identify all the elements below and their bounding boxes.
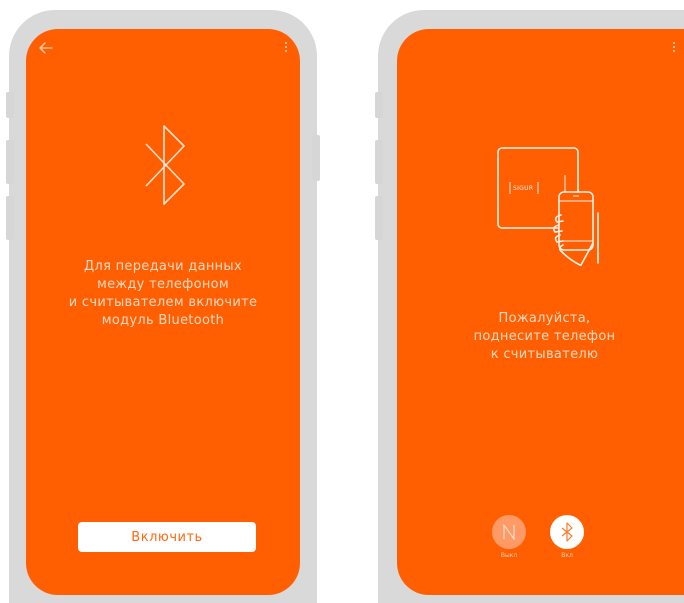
- overflow-menu-icon[interactable]: [672, 42, 676, 56]
- nfc-icon: [503, 524, 515, 540]
- bluetooth-screen: Для передачи данных между телефоном и сч…: [26, 29, 300, 595]
- side-button: [375, 92, 383, 118]
- bluetooth-toggle-label: Вкл: [561, 552, 573, 559]
- phone-frame-right: SIGUR Пожалуйста, поднесите телефон к сч…: [375, 10, 684, 603]
- bluetooth-toggle[interactable]: [550, 515, 584, 549]
- reader-screen: SIGUR Пожалуйста, поднесите телефон к сч…: [397, 29, 684, 595]
- power-button: [312, 135, 320, 181]
- overflow-menu-icon[interactable]: [284, 42, 288, 56]
- reader-device-icon: [497, 147, 599, 266]
- phone-frame-left: Для передачи данных между телефоном и сч…: [6, 10, 320, 603]
- nfc-toggle-label: Выкл: [500, 552, 518, 559]
- reader-logo: SIGUR: [513, 185, 534, 192]
- reader-message: Пожалуйста, поднесите телефон к считыват…: [473, 311, 616, 362]
- bluetooth-icon: [561, 522, 573, 542]
- side-button: [6, 92, 14, 118]
- back-arrow-icon[interactable]: [39, 41, 53, 55]
- volume-up-button: [375, 140, 383, 184]
- volume-up-button: [6, 140, 14, 184]
- volume-down-button: [6, 196, 14, 240]
- volume-down-button: [375, 196, 383, 240]
- bluetooth-message: Для передачи данных между телефоном и сч…: [68, 259, 258, 328]
- nfc-toggle[interactable]: [492, 515, 526, 549]
- enable-bluetooth-button[interactable]: Включить: [78, 522, 256, 552]
- bluetooth-icon: [145, 125, 185, 205]
- phone-to-reader-illustration: SIGUR: [497, 147, 607, 267]
